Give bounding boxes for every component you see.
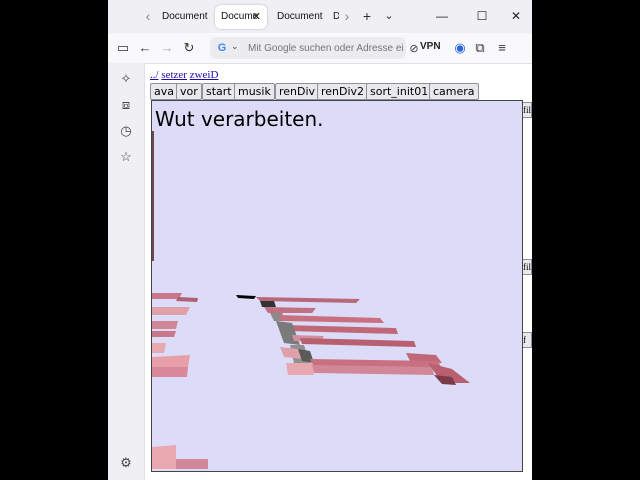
side-button-fil-1[interactable]: fil bbox=[523, 102, 532, 118]
side-button-fil-2[interactable]: fil bbox=[523, 259, 532, 275]
account-icon[interactable]: ◉ bbox=[452, 40, 468, 56]
tab-scroll-left-icon[interactable]: ‹ bbox=[140, 8, 156, 24]
google-search-engine-icon[interactable]: G bbox=[216, 42, 228, 54]
sort-init01-button[interactable]: sort_init01 bbox=[366, 83, 433, 100]
musik-button[interactable]: musik bbox=[234, 83, 275, 100]
tile bbox=[176, 459, 208, 469]
address-input[interactable] bbox=[248, 39, 404, 57]
tab-label: Document bbox=[162, 11, 208, 22]
tab-document-3[interactable]: Document bbox=[277, 5, 329, 29]
reload-icon[interactable]: ↻ bbox=[181, 40, 197, 56]
close-tab-icon[interactable]: ✕ bbox=[252, 5, 261, 29]
tile bbox=[176, 297, 198, 302]
maximize-icon[interactable]: ☐ bbox=[474, 8, 490, 24]
link-setzer[interactable]: setzer bbox=[161, 69, 187, 81]
tile bbox=[276, 321, 300, 345]
tile bbox=[152, 355, 190, 367]
render-canvas[interactable]: Wut verarbeiten. bbox=[151, 100, 523, 472]
bookmarks-icon[interactable]: ☆ bbox=[118, 149, 134, 165]
ai-sparkle-icon[interactable]: ✧ bbox=[118, 71, 134, 87]
back-icon[interactable]: ← bbox=[137, 40, 153, 56]
tile bbox=[152, 343, 166, 353]
page-content: ../ setzer zweiD ava vor start musik ren… bbox=[145, 64, 532, 480]
rendiv2-button[interactable]: renDiv2 bbox=[317, 83, 369, 100]
tile bbox=[284, 325, 398, 334]
tile bbox=[236, 295, 256, 299]
tile bbox=[152, 321, 178, 329]
minimize-icon[interactable]: — bbox=[434, 8, 450, 24]
camera-button[interactable]: camera bbox=[429, 83, 479, 100]
tile bbox=[152, 445, 176, 469]
nav-toolbar: ▭ ← → ↻ G ⌄ ⊘ VPN ◉ ⧉ ≡ bbox=[108, 33, 532, 64]
link-zweid[interactable]: zweiD bbox=[190, 69, 219, 81]
browser-sidebar: ✧ ⧈ ◷ ☆ ⚙ bbox=[108, 63, 145, 480]
sidebar-toggle-icon[interactable]: ▭ bbox=[115, 40, 131, 56]
start-button[interactable]: start bbox=[202, 83, 236, 100]
close-window-icon[interactable]: ✕ bbox=[508, 8, 524, 24]
vor-button[interactable]: vor bbox=[176, 83, 202, 100]
tile bbox=[300, 338, 416, 347]
tile-scene bbox=[152, 131, 470, 469]
tab-scroll-right-icon[interactable]: › bbox=[339, 8, 355, 24]
synced-tabs-icon[interactable]: ⧈ bbox=[118, 97, 134, 113]
extensions-icon[interactable]: ⧉ bbox=[472, 40, 488, 56]
link-parent[interactable]: ../ bbox=[150, 69, 159, 81]
tab-document-active[interactable]: Docume ✕ bbox=[215, 5, 267, 29]
settings-gear-icon[interactable]: ⚙ bbox=[118, 455, 134, 471]
chevron-down-icon[interactable]: ⌄ bbox=[231, 41, 239, 52]
ava-button[interactable]: ava bbox=[150, 83, 178, 100]
left-edge-line bbox=[152, 131, 154, 261]
tile bbox=[278, 315, 384, 323]
vpn-button[interactable]: VPN bbox=[420, 41, 441, 52]
tile bbox=[152, 367, 188, 377]
tab-list-chevron-icon[interactable]: ⌄ bbox=[381, 8, 397, 24]
tile bbox=[152, 331, 176, 337]
tab-label: Document bbox=[277, 11, 323, 22]
forward-icon[interactable]: → bbox=[159, 40, 175, 56]
browser-window: ‹ Document Docume ✕ Document D › + ⌄ — ☐… bbox=[108, 0, 532, 480]
history-icon[interactable]: ◷ bbox=[118, 123, 134, 139]
menu-icon[interactable]: ≡ bbox=[494, 40, 510, 56]
new-tab-icon[interactable]: + bbox=[359, 8, 375, 24]
breadcrumb-links: ../ setzer zweiD bbox=[150, 69, 218, 81]
address-bar[interactable]: G ⌄ bbox=[210, 37, 406, 59]
tab-document-1[interactable]: Document bbox=[162, 5, 214, 29]
tab-strip: ‹ Document Docume ✕ Document D › + ⌄ — ☐… bbox=[108, 0, 532, 33]
side-button-f[interactable]: f bbox=[523, 332, 532, 348]
rendiv-button[interactable]: renDiv bbox=[275, 83, 320, 100]
tile bbox=[260, 301, 276, 307]
tile bbox=[264, 307, 316, 313]
tile bbox=[152, 307, 190, 315]
tile bbox=[286, 363, 314, 375]
